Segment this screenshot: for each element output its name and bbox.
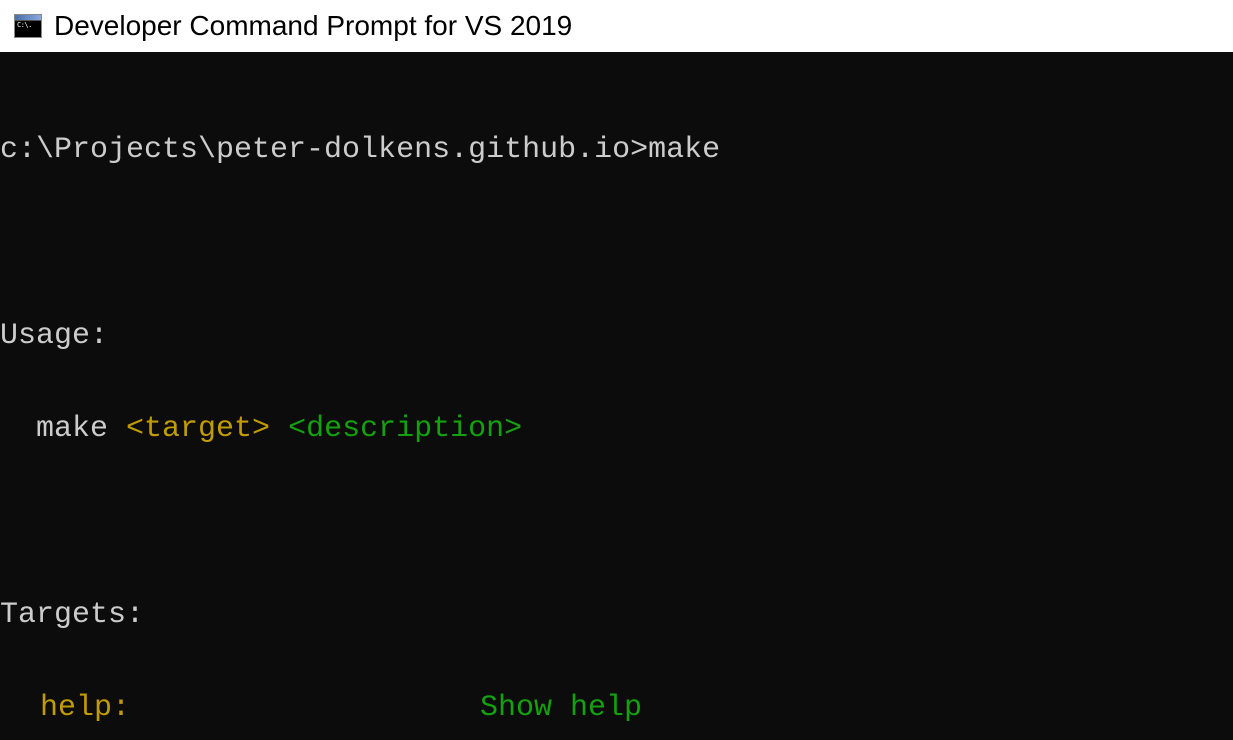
terminal-icon: C:\. [14,14,42,38]
target-row: help:Show help [0,685,1233,732]
window-titlebar: C:\. Developer Command Prompt for VS 201… [0,0,1233,52]
usage-description: <description> [288,412,522,446]
blank-line [0,220,1233,267]
prompt-path: c:\Projects\peter-dolkens.github.io> [0,133,648,167]
terminal-body[interactable]: c:\Projects\peter-dolkens.github.io>make… [0,52,1233,740]
usage-target: <target> [126,412,270,446]
target-desc: Show help [480,685,642,732]
usage-header: Usage: [0,313,1233,360]
window-title: Developer Command Prompt for VS 2019 [54,10,572,42]
blank-line [0,499,1233,546]
command-text: make [648,133,720,167]
targets-header: Targets: [0,592,1233,639]
usage-space [270,412,288,446]
prompt-line-1: c:\Projects\peter-dolkens.github.io>make [0,127,1233,174]
target-name: help: [0,685,480,732]
usage-make: make [0,412,126,446]
usage-line: make <target> <description> [0,406,1233,453]
